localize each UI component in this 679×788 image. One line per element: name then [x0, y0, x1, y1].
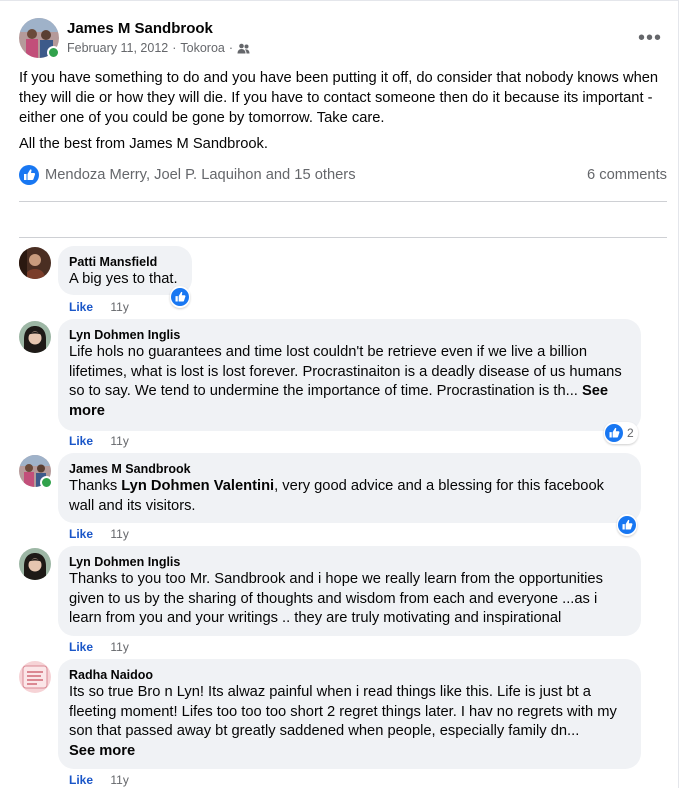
comment-actions: Like 11y	[69, 434, 129, 448]
see-more-link[interactable]: See more	[69, 743, 135, 759]
divider	[19, 201, 667, 202]
comment-timestamp[interactable]: 11y	[110, 527, 128, 541]
comment-text-content: Its so true Bro n Lyn! Its alwaz painful…	[69, 684, 617, 739]
like-reaction-icon[interactable]	[19, 165, 39, 185]
comment-text-part: Thanks	[69, 478, 122, 494]
reaction-count: 2	[627, 426, 634, 440]
commenter-avatar[interactable]	[19, 661, 51, 693]
commenter-name[interactable]: Radha Naidoo	[69, 667, 629, 683]
comment-text: Life hols no guarantees and time lost co…	[69, 343, 629, 421]
comment-timestamp[interactable]: 11y	[110, 434, 128, 448]
commenter-name[interactable]: Patti Mansfield	[69, 254, 180, 270]
comment-text: Its so true Bro n Lyn! Its alwaz painful…	[69, 683, 629, 761]
like-reaction-icon	[605, 424, 623, 442]
comments-count-link[interactable]: 6 comments	[587, 167, 667, 183]
comment-like-button[interactable]: Like	[69, 773, 93, 787]
post-location[interactable]: Tokoroa	[180, 41, 224, 55]
post-date[interactable]: February 11, 2012	[67, 41, 168, 55]
commenter-name[interactable]: James M Sandbrook	[69, 461, 629, 477]
comment-bubble: Lyn Dohmen Inglis Life hols no guarantee…	[58, 319, 641, 431]
post-body: If you have something to do and you have…	[19, 68, 659, 154]
post-paragraph: If you have something to do and you have…	[19, 70, 659, 126]
commenter-avatar[interactable]	[19, 247, 51, 279]
mention-link[interactable]: Lyn Dohmen Valentini	[121, 478, 274, 494]
comment-like-button[interactable]: Like	[69, 434, 93, 448]
reaction-summary-bar: Mendoza Merry, Joel P. Laquihon and 15 o…	[19, 164, 667, 188]
comment-actions: Like 11y	[69, 300, 129, 314]
post-options-button[interactable]: •••	[638, 27, 662, 50]
commenter-name[interactable]: Lyn Dohmen Inglis	[69, 554, 629, 570]
like-reaction-icon	[618, 516, 636, 534]
comment-like-button[interactable]: Like	[69, 300, 93, 314]
commenter-name[interactable]: Lyn Dohmen Inglis	[69, 327, 629, 343]
comment-like-button[interactable]: Like	[69, 527, 93, 541]
meta-separator: ·	[228, 41, 234, 55]
comment-reaction-badge[interactable]: 2	[604, 422, 638, 444]
online-status-dot	[47, 46, 60, 59]
comment-text-content: Life hols no guarantees and time lost co…	[69, 344, 622, 399]
friends-audience-icon[interactable]	[237, 43, 250, 54]
comment-bubble: Radha Naidoo Its so true Bro n Lyn! Its …	[58, 659, 641, 769]
comment-text: A big yes to that.	[69, 271, 178, 287]
post-paragraph: All the best from James M Sandbrook.	[19, 136, 268, 152]
comment-timestamp[interactable]: 11y	[110, 773, 128, 787]
post-author-name[interactable]: James M Sandbrook	[67, 20, 213, 37]
comment-timestamp[interactable]: 11y	[110, 640, 128, 654]
comment-actions: Like 11y	[69, 640, 129, 654]
commenter-avatar[interactable]	[19, 548, 51, 580]
like-reaction-icon	[171, 288, 189, 306]
facebook-post: James M Sandbrook February 11, 2012 · To…	[0, 0, 679, 788]
comment-reaction-badge[interactable]	[170, 286, 190, 308]
comment-like-button[interactable]: Like	[69, 640, 93, 654]
commenter-avatar[interactable]	[19, 321, 51, 353]
comment-bubble: Lyn Dohmen Inglis Thanks to you too Mr. …	[58, 546, 641, 636]
comment-reaction-badge[interactable]	[617, 514, 637, 536]
post-meta: February 11, 2012 · Tokoroa ·	[67, 41, 250, 55]
online-status-dot	[40, 476, 53, 489]
comment-bubble: James M Sandbrook Thanks Lyn Dohmen Vale…	[58, 453, 641, 523]
reactors-link[interactable]: Mendoza Merry, Joel P. Laquihon and 15 o…	[45, 167, 356, 183]
comment-actions: Like 11y	[69, 773, 129, 787]
comment-text: Thanks to you too Mr. Sandbrook and i ho…	[69, 571, 603, 626]
comment-text: Thanks Lyn Dohmen Valentini, very good a…	[69, 477, 629, 516]
divider	[19, 237, 667, 238]
meta-separator: ·	[172, 41, 177, 55]
comment-timestamp[interactable]: 11y	[110, 300, 128, 314]
comment-actions: Like 11y	[69, 527, 129, 541]
